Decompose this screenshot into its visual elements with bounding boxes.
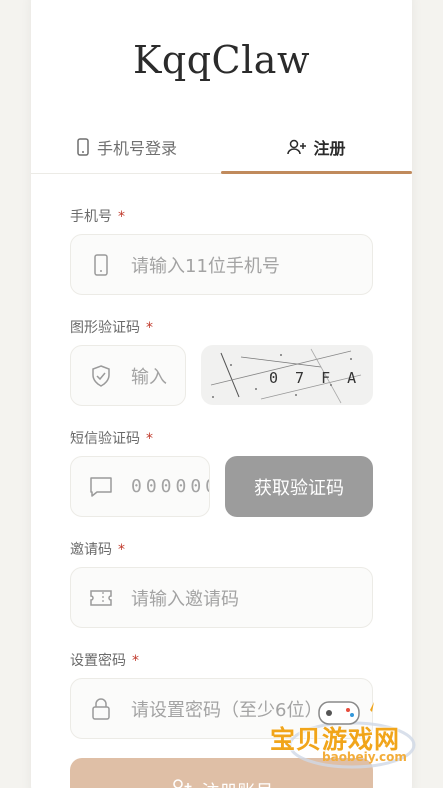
sms-placeholder: 000000 bbox=[131, 476, 209, 497]
password-label: 设置密码 * bbox=[70, 650, 139, 670]
mobile-icon bbox=[71, 253, 131, 276]
auth-tabs: 手机号登录 注册 bbox=[31, 120, 412, 174]
tab-phone-login[interactable]: 手机号登录 bbox=[31, 120, 221, 174]
invite-label: 邀请码 * bbox=[70, 539, 125, 559]
tab-register-label: 注册 bbox=[313, 139, 346, 158]
phone-label-text: 手机号 bbox=[70, 209, 112, 225]
phone-label: 手机号 * bbox=[70, 206, 125, 226]
phone-placeholder: 请输入11位手机号 bbox=[131, 255, 280, 277]
phone-input[interactable]: 请输入11位手机号 bbox=[70, 234, 373, 295]
sms-code-input[interactable]: 000000 bbox=[70, 456, 210, 517]
message-icon bbox=[71, 476, 131, 498]
shield-check-icon bbox=[71, 364, 131, 387]
tab-register[interactable]: 注册 bbox=[221, 120, 412, 174]
lock-icon bbox=[71, 697, 131, 720]
tab-active-indicator bbox=[221, 171, 412, 174]
captcha-image[interactable]: 0 7 F A bbox=[201, 345, 373, 405]
required-mark: * bbox=[146, 320, 153, 336]
captcha-noise: 0 7 F A bbox=[210, 348, 362, 404]
user-plus-icon bbox=[172, 779, 191, 788]
required-mark: * bbox=[118, 542, 125, 558]
watermark-url: baobeiy.com bbox=[322, 750, 407, 764]
invite-label-text: 邀请码 bbox=[70, 542, 112, 558]
invite-code-input[interactable]: 请输入邀请码 bbox=[70, 567, 373, 628]
required-mark: * bbox=[118, 209, 125, 225]
user-plus-icon bbox=[287, 139, 307, 155]
required-mark: * bbox=[146, 431, 153, 447]
invite-placeholder: 请输入邀请码 bbox=[131, 588, 239, 610]
captcha-text: 0 7 F A bbox=[269, 369, 360, 387]
captcha-label: 图形验证码 * bbox=[70, 317, 153, 337]
ticket-icon bbox=[71, 589, 131, 607]
required-mark: * bbox=[132, 653, 139, 669]
sms-label-text: 短信验证码 bbox=[70, 431, 140, 447]
phone-icon bbox=[77, 138, 89, 156]
register-submit-label: 注册账号 bbox=[202, 778, 274, 788]
brand-title: KqqClaw bbox=[133, 38, 310, 82]
sms-label: 短信验证码 * bbox=[70, 428, 153, 448]
site-watermark: 宝贝游戏网 baobeiy.com bbox=[262, 690, 422, 770]
captcha-input[interactable]: 输入 bbox=[70, 345, 186, 406]
get-code-button[interactable]: 获取验证码 bbox=[225, 456, 373, 517]
captcha-placeholder: 输入 bbox=[131, 366, 167, 388]
password-label-text: 设置密码 bbox=[70, 653, 126, 669]
tab-phone-login-label: 手机号登录 bbox=[96, 139, 177, 158]
captcha-label-text: 图形验证码 bbox=[70, 320, 140, 336]
